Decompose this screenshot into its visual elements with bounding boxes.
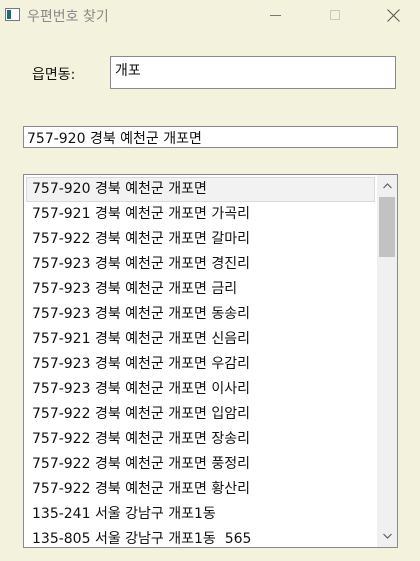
list-item[interactable]: 757-921 경북 예천군 개포면 가곡리	[26, 202, 375, 227]
list-item[interactable]: 757-923 경북 예천군 개포면 이사리	[26, 377, 375, 402]
list-item[interactable]: 757-922 경북 예천군 개포면 입암리	[26, 402, 375, 427]
minimize-icon	[269, 14, 281, 16]
list-item[interactable]: 757-922 경북 예천군 개포면 장송리	[26, 427, 375, 452]
list-item[interactable]: 757-923 경북 예천군 개포면 우감리	[26, 352, 375, 377]
selected-address-field[interactable]: 757-920 경북 예천군 개포면	[23, 126, 398, 148]
scroll-up-button[interactable]	[377, 177, 397, 195]
list-item[interactable]: 135-241 서울 강남구 개포1동	[26, 502, 375, 527]
app-icon	[5, 8, 20, 21]
list-item[interactable]: 757-922 경북 예천군 개포면 풍정리	[26, 452, 375, 477]
list-item[interactable]: 135-805 서울 강남구 개포1동 565	[26, 527, 375, 547]
list-item[interactable]: 757-923 경북 예천군 개포면 동송리	[26, 302, 375, 327]
address-list-items: 757-920 경북 예천군 개포면 757-921 경북 예천군 개포면 가곡리…	[26, 177, 375, 547]
minimize-button[interactable]	[252, 0, 298, 30]
scroll-thumb[interactable]	[379, 197, 395, 257]
list-item[interactable]: 757-923 경북 예천군 개포면 금리	[26, 277, 375, 302]
title-bar: 우편번호 찾기	[0, 0, 420, 31]
close-button[interactable]	[370, 0, 416, 30]
search-input[interactable]: 개포	[110, 56, 396, 89]
close-icon	[386, 8, 400, 22]
list-item[interactable]: 757-923 경북 예천군 개포면 경진리	[26, 252, 375, 277]
address-list[interactable]: 757-920 경북 예천군 개포면 757-921 경북 예천군 개포면 가곡리…	[23, 174, 398, 548]
maximize-icon	[330, 10, 340, 20]
chevron-down-icon	[382, 533, 392, 539]
maximize-button	[312, 0, 358, 30]
list-item[interactable]: 757-920 경북 예천군 개포면	[26, 177, 375, 202]
scroll-down-button[interactable]	[377, 527, 397, 545]
list-item[interactable]: 757-921 경북 예천군 개포면 신음리	[26, 327, 375, 352]
list-item[interactable]: 757-922 경북 예천군 개포면 갈마리	[26, 227, 375, 252]
window-title: 우편번호 찾기	[27, 9, 109, 25]
search-label: 읍면동:	[32, 67, 76, 83]
list-scrollbar[interactable]	[377, 175, 397, 547]
list-item[interactable]: 757-922 경북 예천군 개포면 황산리	[26, 477, 375, 502]
chevron-up-icon	[382, 183, 392, 189]
